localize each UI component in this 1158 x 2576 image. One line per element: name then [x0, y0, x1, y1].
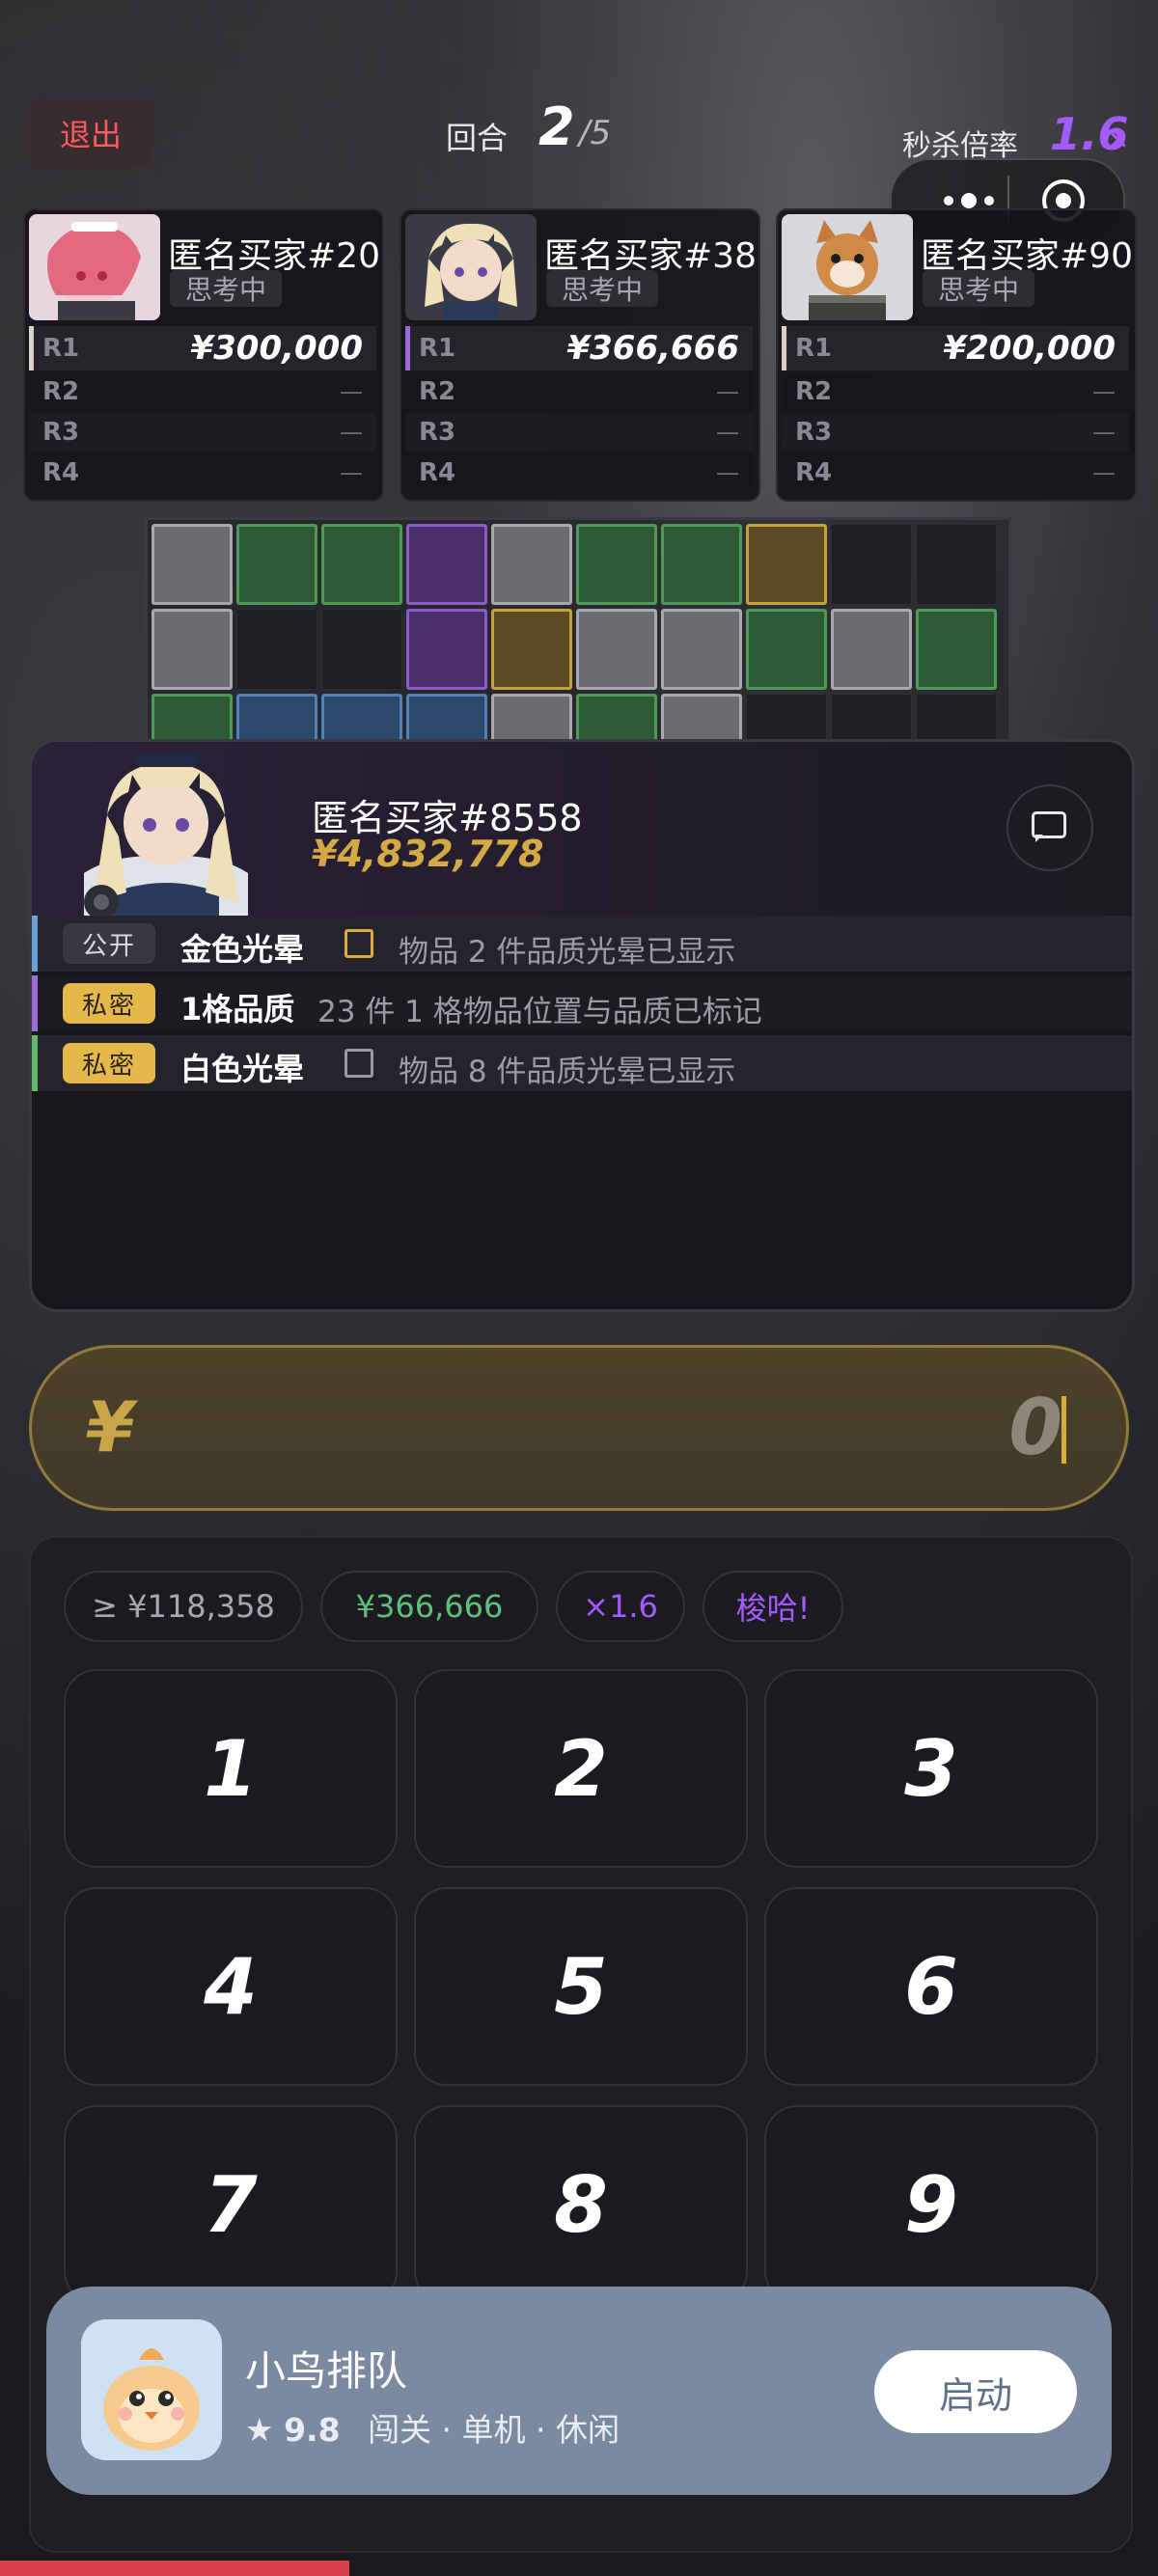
round-row: R4—: [405, 453, 753, 492]
intel-title: 1格品质: [180, 991, 295, 1028]
intel-desc: 23 件 1 格物品位置与品质已标记: [317, 995, 762, 1029]
my-info-panel: 匿名买家#8558 ¥4,832,778 公开 金色光晕 物品 2 件品质光晕已…: [29, 739, 1135, 1312]
round-current: 2: [538, 96, 575, 157]
grid-item[interactable]: [576, 609, 657, 690]
white-square-icon: [345, 1049, 373, 1078]
grid-item[interactable]: [831, 609, 912, 690]
round-row: R2—: [782, 372, 1129, 411]
exit-button[interactable]: 退出: [29, 98, 152, 168]
intel-row-private-2: 私密 白色光晕 物品 8 件品质光晕已显示: [32, 1035, 1132, 1091]
round-label: 回合: [446, 120, 509, 156]
ad-banner[interactable]: 小鸟排队 ★ 9.8 闯关 · 单机 · 休闲 启动: [46, 2287, 1112, 2495]
grid-item[interactable]: [661, 524, 742, 605]
grid-item[interactable]: [152, 609, 233, 690]
player-avatar: [782, 214, 913, 320]
key-8[interactable]: 8: [414, 2105, 748, 2304]
grid-cell[interactable]: [831, 524, 912, 605]
intel-title: 白色光晕: [180, 1051, 305, 1087]
grid-item[interactable]: [746, 524, 827, 605]
private-tag: 私密: [63, 983, 155, 1024]
grid-item[interactable]: [746, 609, 827, 690]
player-card-1: 匿名买家#20 思考中 R1 ¥300,000 R2— R3— R4—: [23, 208, 384, 502]
player-card-3: 匿名买家#90 思考中 R1 ¥200,000 R2— R3— R4—: [776, 208, 1137, 502]
private-tag: 私密: [63, 1043, 155, 1083]
grid-cell[interactable]: [321, 609, 402, 690]
intel-row-private-1: 私密 1格品质 23 件 1 格物品位置与品质已标记: [32, 975, 1132, 1031]
bid-value: 0: [1008, 1383, 1062, 1472]
launch-button[interactable]: 启动: [874, 2350, 1077, 2433]
round-row: R1 ¥300,000: [29, 326, 376, 370]
bid-input[interactable]: ¥ 0: [29, 1345, 1129, 1511]
input-caret: [1062, 1396, 1066, 1464]
intel-row-public: 公开 金色光晕 物品 2 件品质光晕已显示: [32, 916, 1132, 972]
public-tag: 公开: [63, 923, 155, 964]
player-card-2: 匿名买家#38 思考中 R1 ¥366,666 R2— R3— R4—: [400, 208, 760, 502]
player-status-badge: 思考中: [170, 270, 282, 307]
player-avatar: [405, 214, 537, 320]
my-avatar: [55, 748, 277, 921]
key-6[interactable]: 6: [764, 1887, 1098, 2086]
player-status-badge: 思考中: [923, 270, 1034, 307]
intel-desc: 物品 8 件品质光晕已显示: [399, 1055, 736, 1089]
grid-item[interactable]: [236, 524, 317, 605]
key-3[interactable]: 3: [764, 1669, 1098, 1868]
min-bid-chip[interactable]: ≥ ¥118,358: [64, 1571, 303, 1642]
all-in-chip[interactable]: 梭哈!: [703, 1571, 843, 1642]
bottom-progress-bar: [0, 2561, 349, 2576]
my-balance: ¥4,832,778: [312, 833, 544, 875]
player-status-badge: 思考中: [546, 270, 658, 307]
round-row: R1 ¥200,000: [782, 326, 1129, 370]
grid-item[interactable]: [491, 609, 572, 690]
grid-item[interactable]: [406, 609, 487, 690]
round-row: R3—: [782, 413, 1129, 452]
grid-cell[interactable]: [236, 609, 317, 690]
intel-desc: 物品 2 件品质光晕已显示: [399, 935, 736, 970]
intel-title: 金色光晕: [180, 931, 305, 968]
game-app-icon: [81, 2319, 222, 2460]
chat-button[interactable]: [1006, 784, 1093, 871]
key-1[interactable]: 1: [64, 1669, 398, 1868]
round-row: R4—: [29, 453, 376, 492]
grid-item[interactable]: [916, 609, 997, 690]
ad-rating: 9.8: [284, 2411, 341, 2449]
round-total: /5: [579, 114, 612, 152]
key-7[interactable]: 7: [64, 2105, 398, 2304]
round-row: R1 ¥366,666: [405, 326, 753, 370]
grid-item[interactable]: [491, 524, 572, 605]
multiplier-suffix: ×: [1108, 125, 1129, 154]
player-avatar: [29, 214, 160, 320]
gold-square-icon: [345, 929, 373, 958]
match-bid-chip[interactable]: ¥366,666: [320, 1571, 538, 1642]
grid-cell[interactable]: [916, 524, 997, 605]
key-2[interactable]: 2: [414, 1669, 748, 1868]
grid-item[interactable]: [152, 524, 233, 605]
key-4[interactable]: 4: [64, 1887, 398, 2086]
grid-item[interactable]: [661, 609, 742, 690]
round-row: R2—: [29, 372, 376, 411]
star-icon: ★: [245, 2411, 274, 2449]
ad-meta: ★ 9.8 闯关 · 单机 · 休闲: [245, 2404, 620, 2451]
key-9[interactable]: 9: [764, 2105, 1098, 2304]
round-row: R2—: [405, 372, 753, 411]
grid-item[interactable]: [576, 524, 657, 605]
ad-tags: 闯关 · 单机 · 休闲: [368, 2411, 620, 2449]
grid-item[interactable]: [406, 524, 487, 605]
round-row: R4—: [782, 453, 1129, 492]
round-row: R3—: [29, 413, 376, 452]
round-row: R3—: [405, 413, 753, 452]
currency-symbol: ¥: [86, 1386, 135, 1467]
ad-title: 小鸟排队: [245, 2347, 408, 2395]
grid-item[interactable]: [321, 524, 402, 605]
multiplier-chip[interactable]: ×1.6: [556, 1571, 685, 1642]
key-5[interactable]: 5: [414, 1887, 748, 2086]
